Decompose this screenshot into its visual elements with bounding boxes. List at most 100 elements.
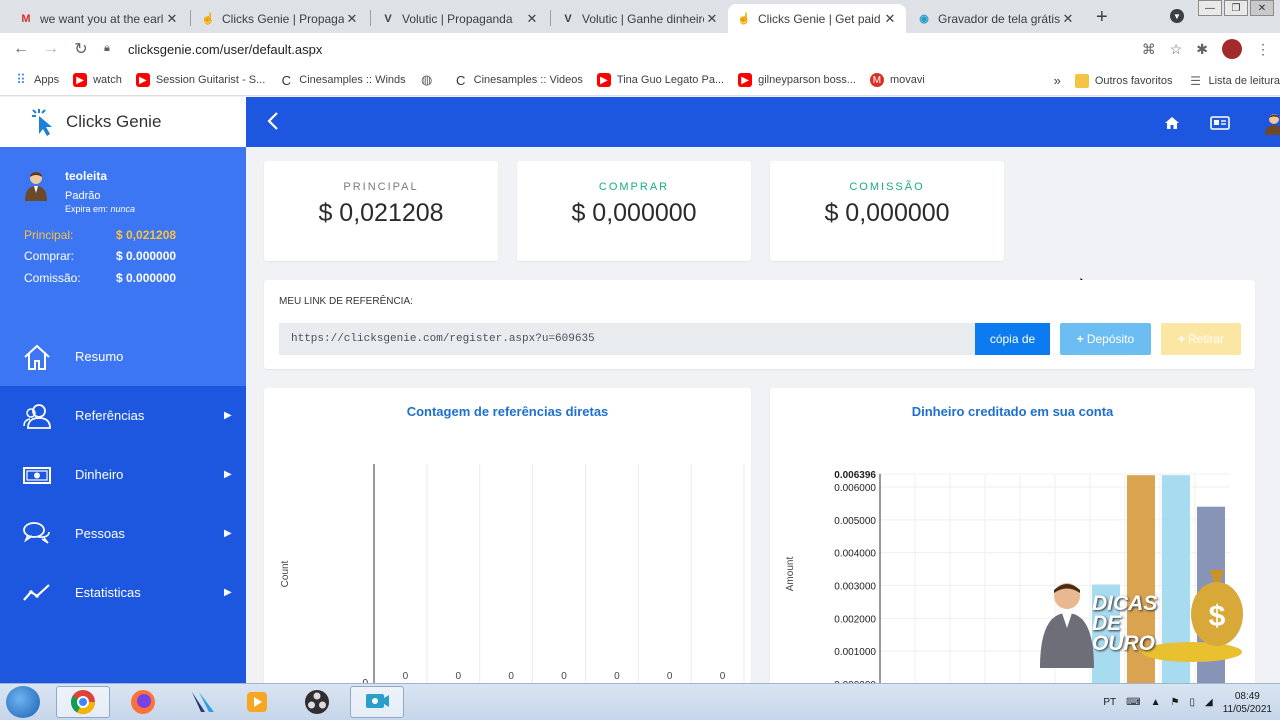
data-label: 0 (508, 671, 514, 682)
clock[interactable]: 08:49 11/05/2021 (1223, 690, 1272, 716)
close-tab-icon[interactable]: ✕ (164, 11, 180, 27)
data-label: 0 (456, 671, 462, 682)
user-avatar[interactable] (24, 169, 48, 201)
network-icon[interactable]: ◢ (1205, 697, 1213, 708)
y-tick-label: 0.004000 (834, 549, 876, 560)
browser-menu-icon[interactable]: ⋮ (1256, 41, 1270, 58)
system-tray: PT ⌨ ▲ ⚑ ▯ ◢ 08:49 11/05/2021 (1103, 684, 1280, 720)
browser-tab-3[interactable]: V Volutic | Propaganda ✕ (372, 4, 548, 33)
browser-tab-5-active[interactable]: ☝ Clicks Genie | Get paid ✕ (728, 4, 906, 33)
close-tab-icon[interactable]: ✕ (882, 11, 898, 27)
bookmark-tina-guo[interactable]: ▶ Tina Guo Legato Pa... (596, 73, 724, 87)
taskbar-video-editor[interactable] (176, 686, 230, 718)
topbar-icons (1164, 111, 1280, 135)
referral-link-input[interactable] (279, 323, 975, 355)
power-icon[interactable]: ▯ (1189, 697, 1195, 708)
stat-card-comprar: COMPRAR $ 0,000000 (517, 161, 751, 261)
user-avatar-top[interactable] (1260, 111, 1280, 135)
banknote-icon (23, 466, 51, 484)
stat-card-comissao: COMISSÃO $ 0,000000 (770, 161, 1004, 261)
bookmark-movavi[interactable]: M movavi (869, 73, 925, 87)
obs-icon (305, 690, 329, 714)
chat-bubbles-icon (23, 521, 50, 544)
y-tick-label: 0.002000 (834, 614, 876, 625)
other-bookmarks-folder[interactable]: Outros favoritos (1074, 73, 1172, 88)
extensions-puzzle-icon[interactable]: ✱ (1196, 41, 1208, 58)
bookmark-gilneyparson[interactable]: ▶ gilneyparson boss... (738, 73, 856, 87)
forward-arrow-icon[interactable]: → (36, 40, 66, 58)
close-tab-icon[interactable]: ✕ (344, 11, 360, 27)
withdraw-button[interactable]: + Retirar (1161, 323, 1241, 355)
bookmark-apps[interactable]: ⠿ Apps (14, 72, 59, 87)
tab-separator (190, 10, 191, 26)
youtube-icon: ▶ (596, 73, 611, 87)
copy-link-button[interactable]: cópia de (975, 323, 1050, 355)
back-arrow-icon[interactable]: ← (6, 40, 36, 58)
bookmark-star-icon[interactable]: ☆ (1170, 41, 1183, 58)
screen-recorder-icon (366, 694, 389, 708)
browser-tab-1[interactable]: M we want you at the earl ✕ (10, 4, 188, 33)
taskbar-firefox[interactable] (116, 686, 170, 718)
caret-right-icon: ▶ (224, 528, 232, 539)
home-outline-icon (24, 344, 50, 370)
y-tick-label: 0.006396 (834, 470, 876, 481)
reading-list[interactable]: ☰ Lista de leitura (1188, 74, 1280, 88)
sidebar-item-estatisticas[interactable]: Estatisticas ▶ (0, 563, 246, 622)
taskbar-screen-recorder[interactable] (350, 686, 404, 718)
user-expiry: Expira em: nunca (65, 204, 136, 214)
omnibox[interactable]: 🔒︎ clicksgenie.com/user/default.aspx (104, 37, 1124, 61)
tray-expand-icon[interactable]: ▲ (1151, 697, 1161, 708)
youtube-icon: ▶ (738, 73, 753, 87)
sidebar-item-label: Resumo (75, 349, 124, 364)
browser-tab-2[interactable]: ☝ Clicks Genie | Propagan ✕ (192, 4, 368, 33)
flag-icon[interactable]: ⚑ (1171, 697, 1180, 708)
brand-logo[interactable]: Clicks Genie (0, 97, 246, 147)
data-label: 0 (720, 671, 726, 682)
caret-right-icon: ▶ (224, 410, 232, 421)
youtube-icon: ▶ (135, 73, 150, 87)
id-card-icon[interactable] (1210, 115, 1230, 131)
close-tab-icon[interactable]: ✕ (524, 11, 540, 27)
tab-title: Clicks Genie | Propagan (222, 11, 344, 26)
tab-search-chevron-icon[interactable]: ▼ (1170, 9, 1184, 23)
windows-start-button[interactable] (6, 686, 40, 718)
language-indicator[interactable]: PT (1103, 697, 1116, 708)
browser-tab-4[interactable]: V Volutic | Ganhe dinheiro ✕ (552, 4, 728, 33)
sidebar-item-pessoas[interactable]: Pessoas ▶ (0, 504, 246, 563)
restore-icon[interactable]: ❐ (1224, 0, 1248, 16)
taskbar-chrome[interactable] (56, 686, 110, 718)
close-tab-icon[interactable]: ✕ (704, 11, 720, 27)
new-tab-plus-icon[interactable]: + (1096, 6, 1108, 29)
bookmark-cinesamples-winds[interactable]: C Cinesamples :: Winds (279, 73, 406, 88)
url-text[interactable]: clicksgenie.com/user/default.aspx (128, 42, 322, 57)
toolbar-actions: ⌘ ☆ ✱ ⋮ (1142, 39, 1270, 59)
deposit-button[interactable]: + Depósito (1060, 323, 1151, 355)
referral-card: MEU LINK DE REFERÊNCIA: cópia de + Depós… (264, 280, 1255, 369)
tab-separator (370, 10, 371, 26)
browser-tab-6[interactable]: ◉ Gravador de tela grátis ✕ (908, 4, 1084, 33)
bookmark-globe[interactable]: ◍ (420, 72, 440, 87)
profile-avatar[interactable] (1222, 39, 1242, 59)
keyboard-icon[interactable]: ⌨ (1126, 697, 1140, 708)
watermark-text: DICAS DE OURO (1092, 592, 1158, 655)
close-tab-icon[interactable]: ✕ (1060, 11, 1076, 27)
taskbar-obs[interactable] (290, 686, 344, 718)
close-window-icon[interactable]: ✕ (1250, 0, 1274, 16)
sidebar-item-referencias[interactable]: Referências ▶ (0, 386, 246, 445)
translate-icon[interactable]: ⌘ (1142, 41, 1156, 58)
sidebar-item-dinheiro[interactable]: Dinheiro ▶ (0, 445, 246, 504)
chevron-left-icon[interactable] (266, 110, 280, 132)
minimize-icon[interactable]: — (1198, 0, 1222, 16)
bookmark-session-guitarist[interactable]: ▶ Session Guitarist - S... (135, 73, 265, 87)
clock-date: 11/05/2021 (1222, 703, 1272, 715)
bookmark-watch[interactable]: ▶ watch (73, 73, 122, 87)
data-label: 0 (614, 671, 620, 682)
stat-label: PRINCIPAL (343, 181, 419, 193)
home-icon[interactable] (1164, 115, 1180, 131)
reload-icon[interactable]: ↻ (66, 39, 96, 59)
data-label: 0 (403, 671, 409, 682)
bookmark-cinesamples-videos[interactable]: C Cinesamples :: Videos (454, 73, 583, 88)
bookmarks-overflow-icon[interactable]: » (1054, 73, 1061, 88)
sidebar-item-resumo[interactable]: Resumo (0, 327, 246, 386)
taskbar-media-player[interactable] (230, 686, 284, 718)
